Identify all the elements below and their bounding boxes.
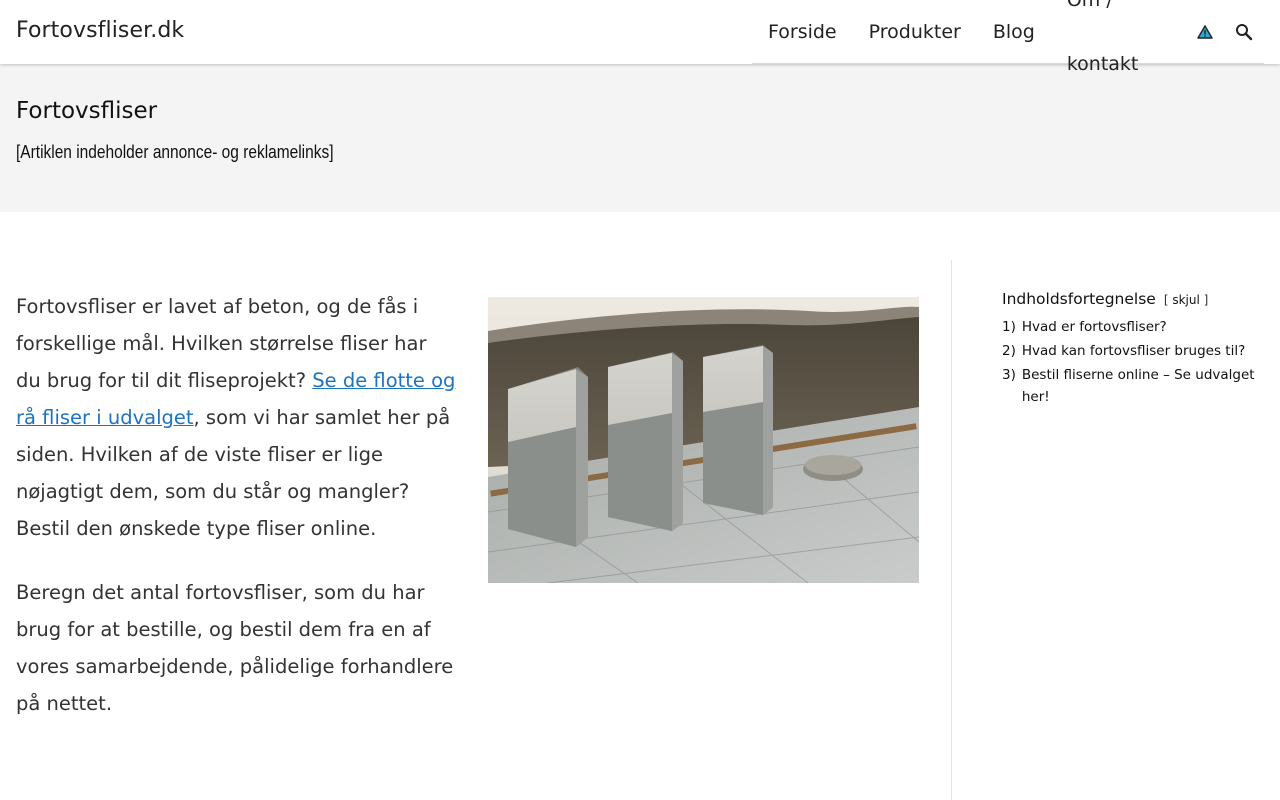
toc-item: 3) Bestil fliserne online – Se udvalget …: [1002, 364, 1264, 408]
toc-bracket-close: ]: [1203, 293, 1209, 307]
toc-item-number: 2): [1002, 343, 1016, 359]
sidebar-divider: [951, 260, 952, 800]
warning-icon[interactable]: [1185, 0, 1225, 64]
table-of-contents: Indholdsfortegnelse [ skjul ] 1) Hvad er…: [1002, 290, 1264, 410]
toc-list: 1) Hvad er fortovsfliser? 2) Hvad kan fo…: [1002, 316, 1264, 408]
toc-link-bruges-til[interactable]: Hvad kan fortovsfliser bruges til?: [1022, 340, 1245, 362]
ad-disclaimer: [Artiklen indeholder annonce- og reklame…: [16, 142, 334, 162]
toc-link-bestil-online[interactable]: Bestil fliserne online – Se udvalget her…: [1022, 364, 1264, 408]
toc-item: 1) Hvad er fortovsfliser?: [1002, 316, 1264, 338]
toc-item-number: 3): [1002, 367, 1016, 383]
paragraph-intro: Fortovsfliser er lavet af beton, og de f…: [16, 288, 456, 547]
toc-bracket-open: [: [1163, 293, 1169, 307]
main-nav: Forside Produkter Blog Om / kontakt: [752, 0, 1264, 75]
search-icon[interactable]: [1224, 0, 1264, 64]
site-title-link[interactable]: Fortovsfliser.dk: [16, 18, 184, 43]
toc-toggle-label: skjul: [1172, 293, 1200, 307]
nav-item-om-kontakt[interactable]: Om / kontakt: [1051, 0, 1185, 96]
paragraph-calculate: Beregn det antal fortovsfliser, som du h…: [16, 581, 454, 715]
site-header: Fortovsfliser.dk Forside Produkter Blog …: [0, 0, 1280, 75]
nav-item-forside[interactable]: Forside: [752, 0, 853, 64]
toc-item: 2) Hvad kan fortovsfliser bruges til?: [1002, 340, 1264, 362]
concrete-tiles-image: [488, 297, 919, 583]
article-body: Fortovsfliser er lavet af beton, og de f…: [16, 288, 456, 749]
nav-item-blog[interactable]: Blog: [977, 0, 1051, 64]
toc-toggle-button[interactable]: [ skjul ]: [1164, 293, 1209, 307]
toc-link-hvad-er[interactable]: Hvad er fortovsfliser?: [1022, 316, 1167, 338]
toc-header: Indholdsfortegnelse [ skjul ]: [1002, 290, 1264, 308]
page-title: Fortovsfliser: [16, 98, 158, 124]
toc-item-number: 1): [1002, 319, 1016, 335]
toc-title: Indholdsfortegnelse: [1002, 290, 1156, 308]
nav-item-produkter[interactable]: Produkter: [853, 0, 977, 64]
